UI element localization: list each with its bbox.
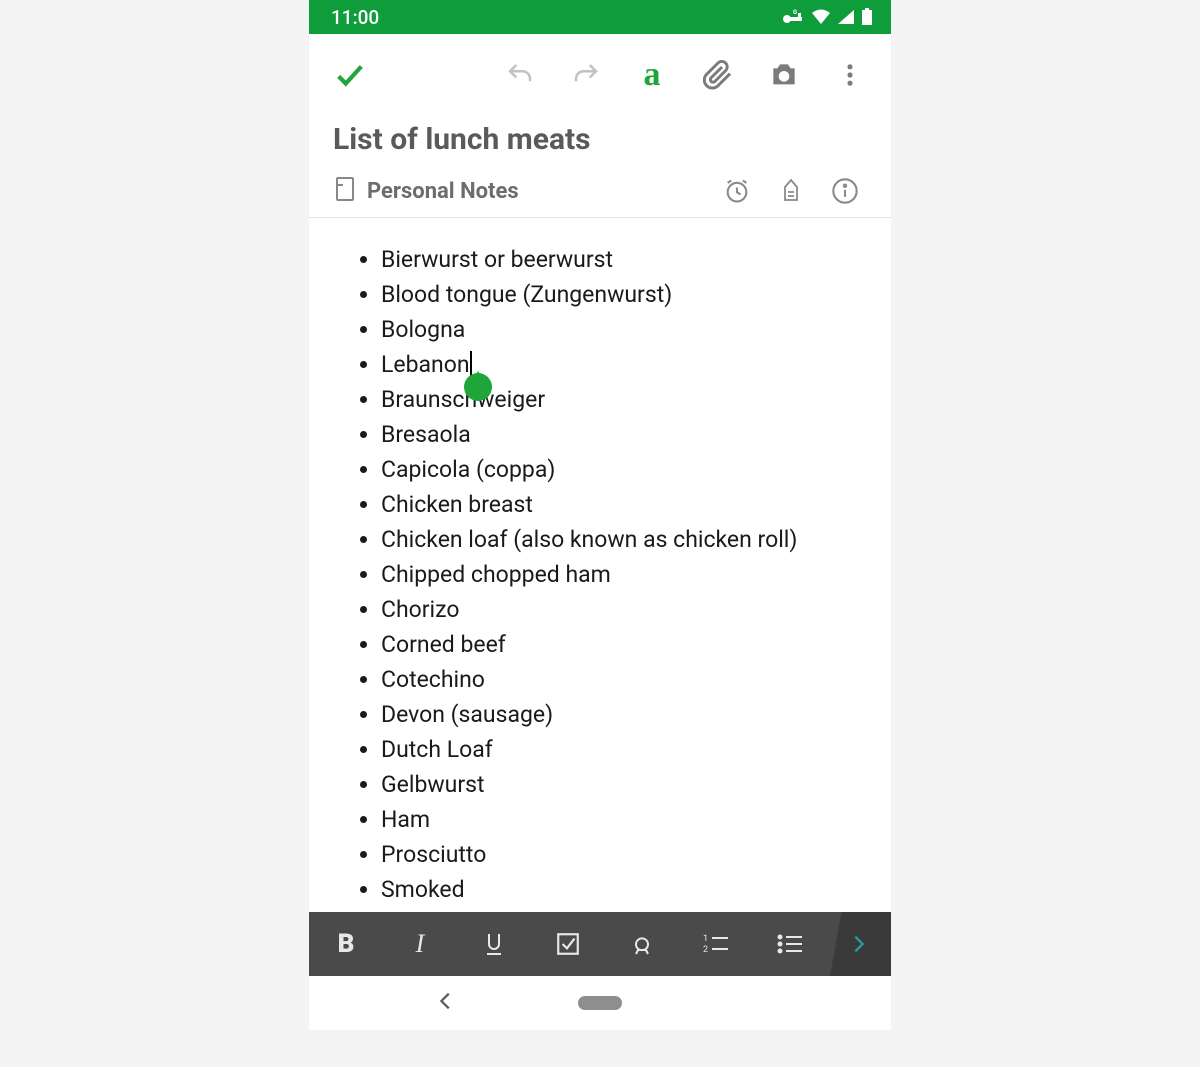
svg-text:1: 1 [703,934,708,944]
battery-icon [861,8,873,26]
notebook-icon [333,175,357,207]
text-style-button[interactable]: a [619,42,685,108]
camera-button[interactable] [751,42,817,108]
list-item[interactable]: Bresaola [381,417,867,452]
attach-button[interactable] [685,42,751,108]
list-item[interactable]: Dutch Loaf [381,732,867,767]
undo-button[interactable] [487,42,553,108]
editor-toolbar: a [309,34,891,116]
title-area[interactable]: List of lunch meats [309,116,891,171]
list-item[interactable]: Ham [381,802,867,837]
bullet-list[interactable]: Bierwurst or beerwurstBlood tongue (Zung… [333,242,867,907]
svg-text:G: G [793,9,797,16]
format-more-button[interactable] [827,912,891,976]
home-gesture-pill[interactable] [578,996,622,1010]
info-button[interactable] [823,177,867,205]
reminder-button[interactable] [715,177,759,205]
list-item[interactable]: Cotechino [381,662,867,697]
more-options-button[interactable] [817,42,883,108]
list-item[interactable]: Blood tongue (Zungenwurst) [381,277,867,312]
format-toolbar: B I 12 [309,912,891,976]
list-item[interactable]: Bologna [381,312,867,347]
done-button[interactable] [317,42,383,108]
underline-button[interactable] [457,930,531,958]
checkbox-button[interactable] [531,931,605,957]
app-screen: 11:00 G a List of lunch meat [309,0,891,1030]
note-body[interactable]: Bierwurst or beerwurstBlood tongue (Zung… [309,218,891,912]
list-item[interactable]: Braunschweiger [381,382,867,417]
list-item[interactable]: Capicola (coppa) [381,452,867,487]
list-item[interactable]: Chorizo [381,592,867,627]
list-item[interactable]: Chipped chopped ham [381,557,867,592]
status-bar: 11:00 G [309,0,891,34]
list-item[interactable]: Chicken breast [381,487,867,522]
bold-button[interactable]: B [309,929,383,959]
bullet-list-button[interactable] [753,932,827,956]
list-item[interactable]: Prosciutto [381,837,867,872]
vpn-key-icon: G [781,9,805,25]
text-cursor-handle[interactable] [464,373,492,401]
signal-icon [837,9,855,25]
list-item[interactable]: Bierwurst or beerwurst [381,242,867,277]
list-item[interactable]: Lebanon [381,347,867,382]
android-nav-bar [309,976,891,1030]
list-item[interactable]: Smoked [381,872,867,907]
italic-button[interactable]: I [383,929,457,959]
list-item[interactable]: Devon (sausage) [381,697,867,732]
svg-text:2: 2 [703,945,708,955]
tag-button[interactable] [769,177,813,205]
numbered-list-button[interactable]: 12 [679,932,753,956]
clock: 11:00 [331,6,379,29]
status-icons: G [781,8,873,26]
note-title[interactable]: List of lunch meats [333,122,867,157]
back-button[interactable] [435,990,457,1016]
list-item[interactable]: Corned beef [381,627,867,662]
note-meta-row: Personal Notes [309,171,891,218]
wifi-icon [811,9,831,25]
notebook-selector[interactable]: Personal Notes [367,179,705,204]
list-item[interactable]: Gelbwurst [381,767,867,802]
redo-button[interactable] [553,42,619,108]
list-item[interactable]: Chicken loaf (also known as chicken roll… [381,522,867,557]
highlight-button[interactable] [605,930,679,958]
